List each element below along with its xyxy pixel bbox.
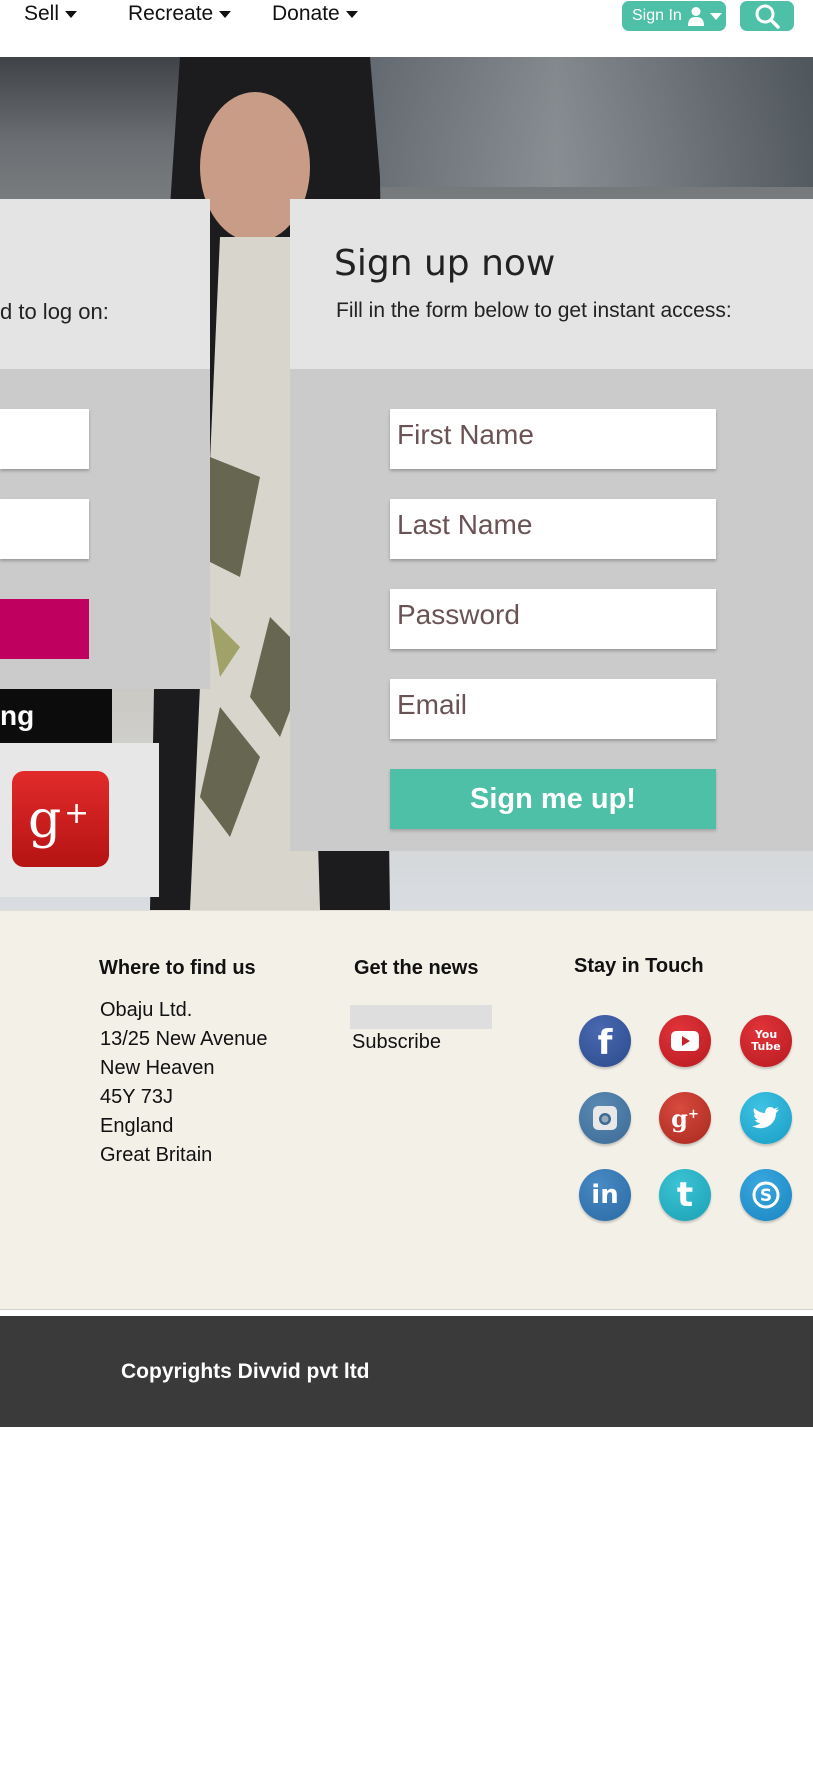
svg-text:S: S <box>760 1186 772 1206</box>
news-title: Get the news <box>354 957 479 979</box>
sign-in-button[interactable]: Sign In <box>622 1 726 31</box>
google-plus-login-button[interactable]: g + <box>12 771 109 867</box>
caret-down-icon <box>219 10 232 18</box>
subscribe-link[interactable]: Subscribe <box>352 1031 441 1054</box>
footer-info: Where to find us Obaju Ltd. 13/25 New Av… <box>0 910 813 1310</box>
linkedin-icon[interactable]: in <box>579 1169 631 1221</box>
last-name-field[interactable]: Last Name <box>390 499 716 559</box>
login-panel-header <box>0 199 210 369</box>
svg-text:+: + <box>64 796 89 831</box>
nav-donate-label: Donate <box>272 2 340 25</box>
caret-down-icon <box>65 10 78 18</box>
nav-donate[interactable]: Donate <box>272 2 358 26</box>
tumblr-icon[interactable]: t <box>659 1169 711 1221</box>
user-icon <box>687 7 704 26</box>
address-line: 13/25 New Avenue <box>100 1028 268 1050</box>
nav-sell-label: Sell <box>24 2 60 25</box>
address-line: New Heaven <box>100 1057 215 1079</box>
twitter-icon[interactable] <box>740 1092 792 1144</box>
login-username-input[interactable] <box>0 409 89 469</box>
google-plus-icon: g + <box>28 790 89 849</box>
skype-icon[interactable]: S <box>740 1169 792 1221</box>
copyright-bar: Copyrights Divvid pvt ltd <box>0 1316 813 1427</box>
nav-recreate[interactable]: Recreate <box>128 2 232 26</box>
sign-me-up-button[interactable]: Sign me up! <box>390 769 716 829</box>
signup-panel-header: Sign up now Fill in the form below to ge… <box>290 199 813 369</box>
caret-down-icon <box>709 12 722 20</box>
signup-panel: Sign up now Fill in the form below to ge… <box>290 199 813 851</box>
google-plus-icon[interactable]: g+ <box>659 1092 711 1144</box>
newsletter-email-input[interactable] <box>350 1005 492 1029</box>
search-icon <box>755 4 780 29</box>
signup-subtitle: Fill in the form below to get instant ac… <box>336 299 732 322</box>
address-line: 45Y 73J <box>100 1086 174 1108</box>
find-us-title: Where to find us <box>99 957 256 979</box>
hero-banner: d to log on: ng g + Sign up now Fill in … <box>0 57 813 910</box>
instagram-icon[interactable] <box>579 1092 631 1144</box>
nav-sell[interactable]: Sell <box>24 2 78 26</box>
first-name-field[interactable]: First Name <box>390 409 716 469</box>
svg-text:g: g <box>28 790 61 849</box>
stay-in-touch-title: Stay in Touch <box>574 955 704 977</box>
top-nav: Sell Recreate Donate Sign In <box>0 0 813 57</box>
address-line: England <box>100 1115 174 1137</box>
facebook-icon[interactable]: f <box>579 1015 631 1067</box>
email-field[interactable]: Email <box>390 679 716 739</box>
login-button[interactable] <box>0 599 89 659</box>
caret-down-icon <box>345 10 358 18</box>
login-subtitle: d to log on: <box>0 299 109 324</box>
search-button[interactable] <box>740 1 794 31</box>
social-login-heading: ng <box>0 689 112 743</box>
youtube-icon[interactable] <box>659 1015 711 1067</box>
password-field[interactable]: Password <box>390 589 716 649</box>
copyright-text: Copyrights Divvid pvt ltd <box>121 1360 370 1383</box>
social-login-box: g + <box>0 743 159 897</box>
address-block: Obaju Ltd. 13/25 New Avenue New Heaven 4… <box>100 996 268 1170</box>
nav-recreate-label: Recreate <box>128 2 214 25</box>
sign-in-label: Sign In <box>632 7 682 24</box>
signup-title: Sign up now <box>334 243 556 284</box>
address-line: Great Britain <box>100 1144 213 1166</box>
login-password-input[interactable] <box>0 499 89 559</box>
address-line: Obaju Ltd. <box>100 999 193 1021</box>
youtube-classic-icon[interactable]: You Tube <box>740 1015 792 1067</box>
